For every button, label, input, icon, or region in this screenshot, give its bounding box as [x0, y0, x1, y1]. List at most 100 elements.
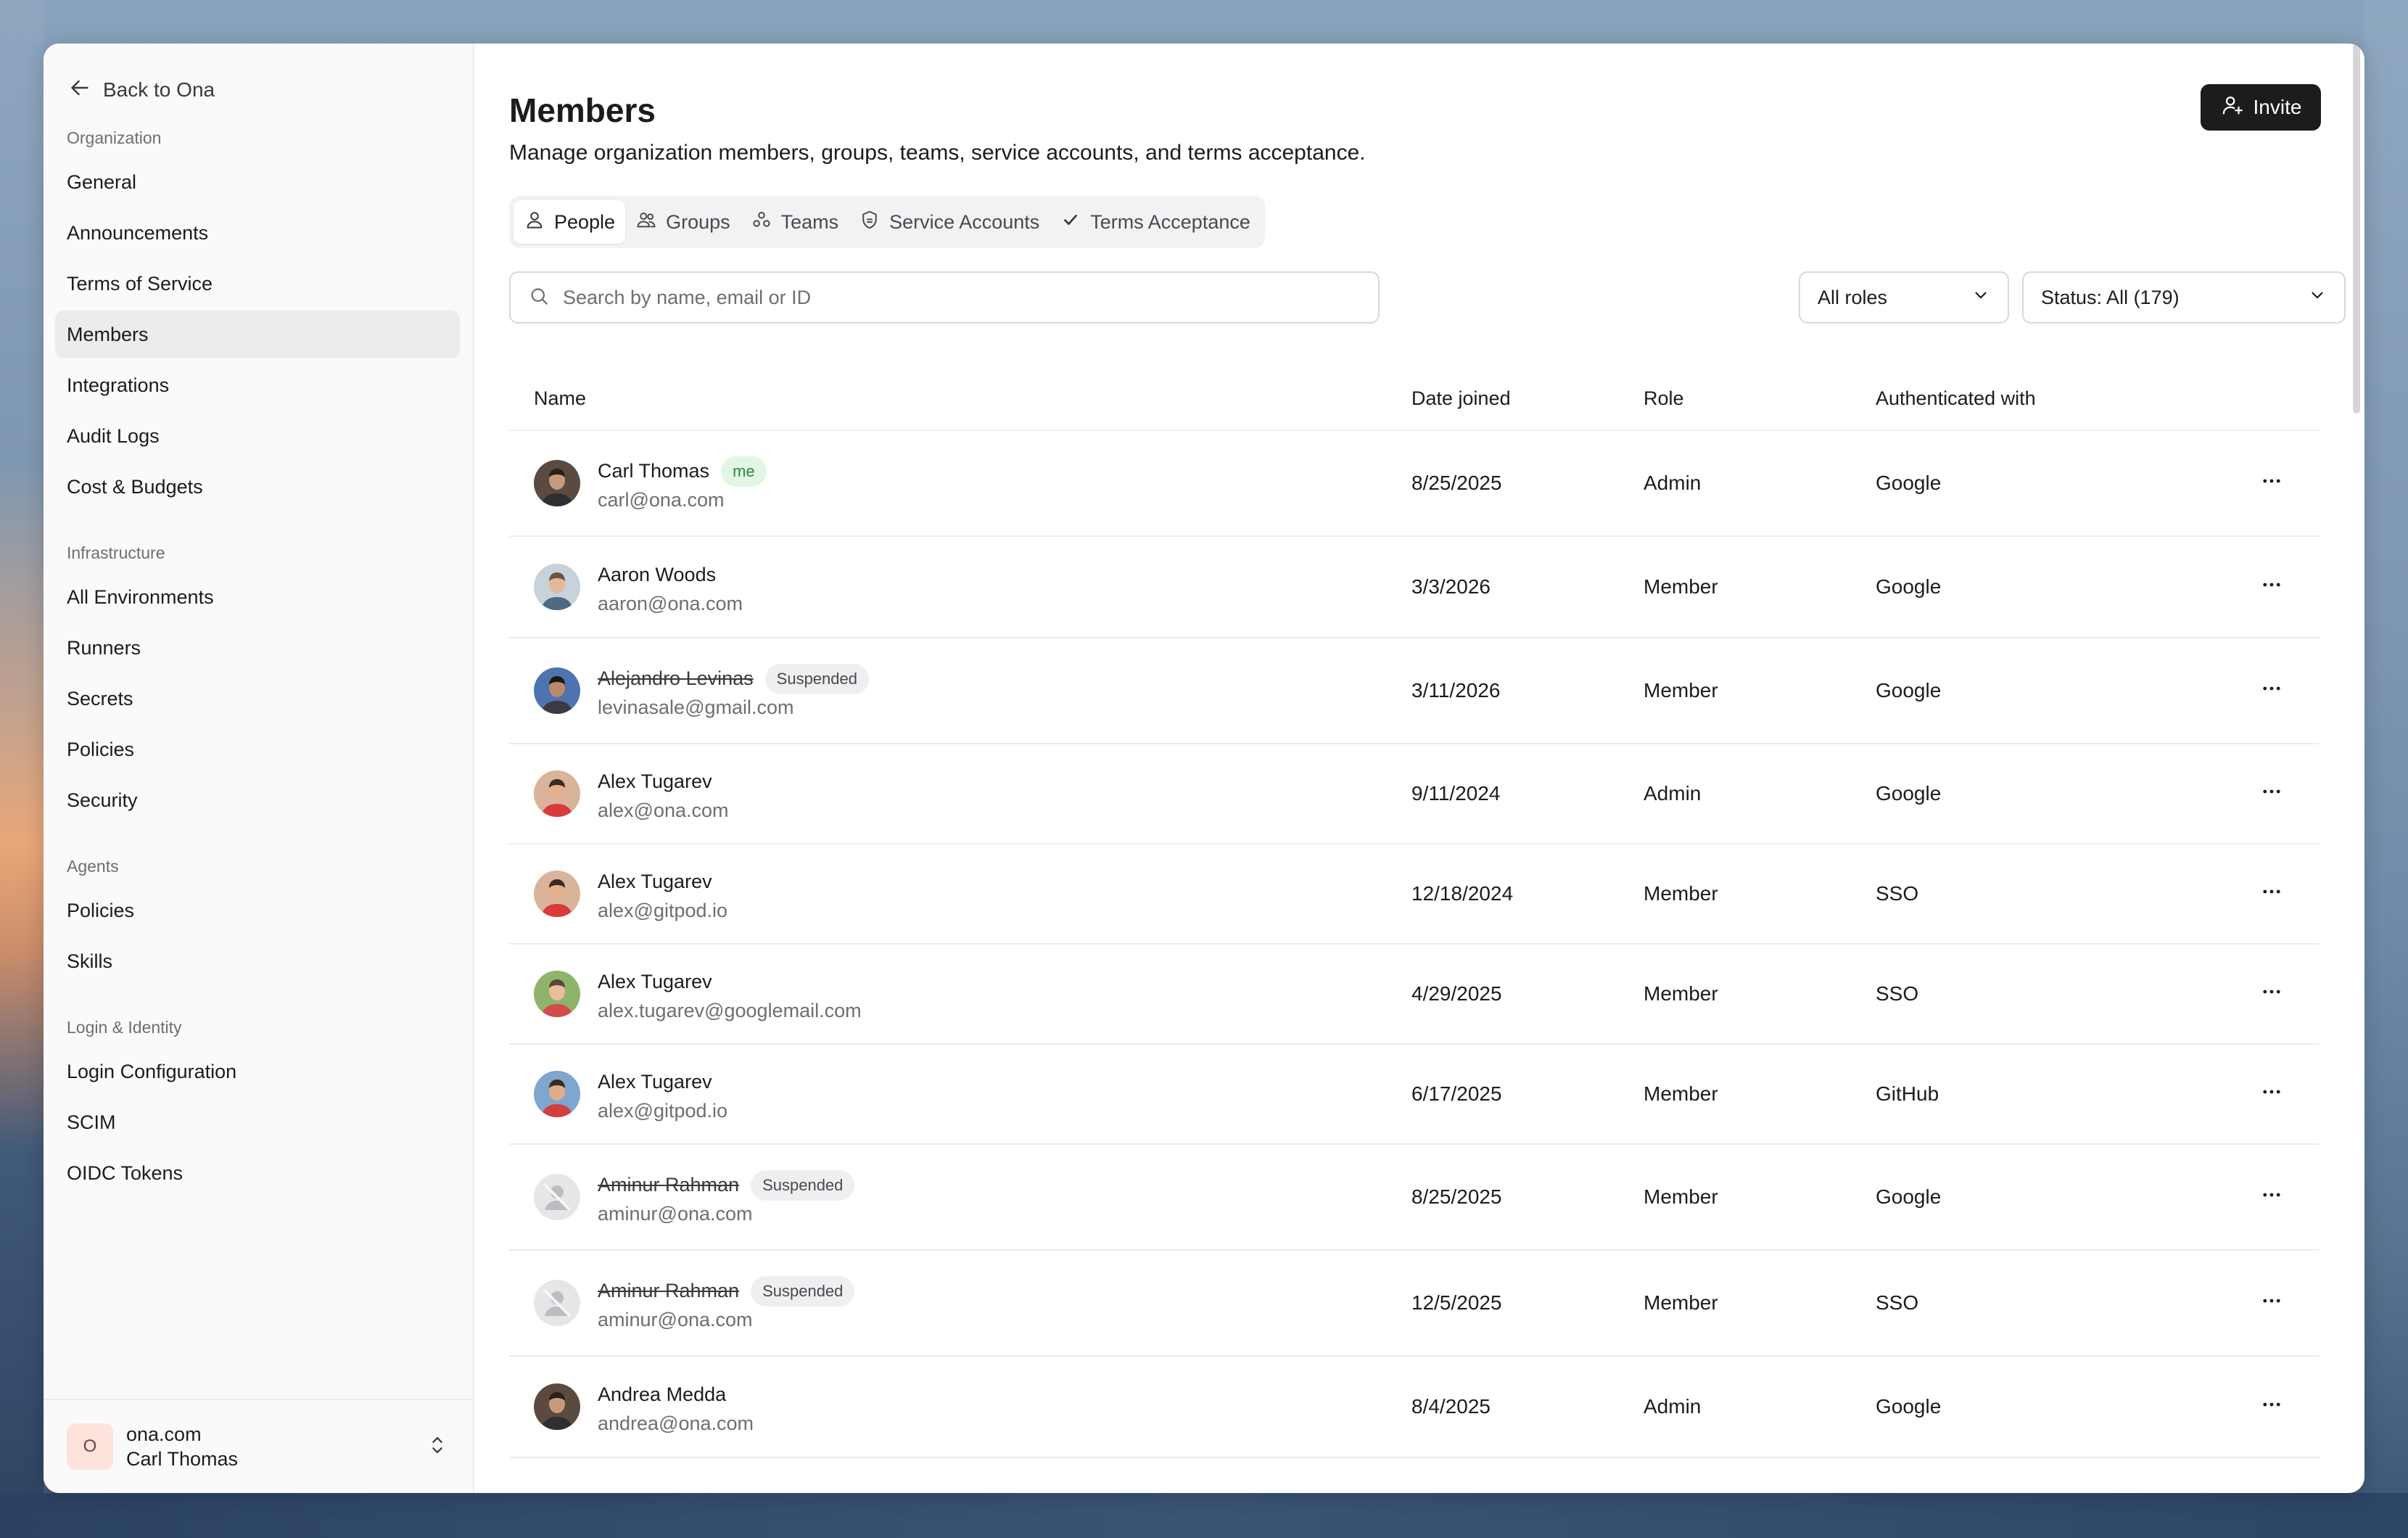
roles-select-value: All roles [1818, 286, 1888, 308]
more-actions-button[interactable] [2254, 1180, 2289, 1214]
member-name: Alex Tugarev [598, 871, 712, 892]
table-row[interactable]: Alex Tugarev alex.tugarev@googlemail.com 4… [509, 945, 2320, 1045]
sidebar-item-announcements[interactable]: Announcements [55, 209, 460, 257]
auth-provider-cell: Google [1876, 472, 1942, 494]
row-actions-cell [2224, 976, 2320, 1011]
table-row[interactable]: Andrea Medda andrea@ona.com 8/4/2025 Admin G… [509, 1357, 2320, 1458]
role-cell: Member [1644, 1082, 1718, 1105]
tab-terms-acceptance[interactable]: Terms Acceptance [1050, 200, 1261, 244]
more-horizontal-icon [2259, 1392, 2284, 1422]
role-cell: Member [1644, 982, 1718, 1005]
sidebar-item-scim[interactable]: SCIM [55, 1098, 460, 1146]
table-row[interactable]: Aaron Woods aaron@ona.com 3/3/2026 Member Go… [509, 537, 2320, 638]
more-actions-button[interactable] [2254, 1286, 2289, 1320]
avatar [534, 770, 580, 817]
more-actions-button[interactable] [2254, 569, 2289, 604]
search-input[interactable] [563, 286, 1361, 309]
auth-provider-cell: SSO [1876, 1291, 1919, 1314]
column-header-role[interactable]: Role [1644, 387, 1876, 410]
tab-teams[interactable]: Teams [741, 200, 849, 244]
table-row[interactable]: Carl Thomas me carl@ona.com 8/25/2025 Admin G… [509, 431, 2320, 537]
sidebar-item-policies[interactable]: Policies [55, 887, 460, 934]
sidebar-item-skills[interactable]: Skills [55, 937, 460, 985]
sidebar-item-cost-budgets[interactable]: Cost & Budgets [55, 463, 460, 511]
tab-label: Groups [666, 210, 730, 233]
more-horizontal-icon [2259, 1080, 2284, 1109]
sidebar-item-secrets[interactable]: Secrets [55, 675, 460, 723]
table-row[interactable]: Alex Tugarev alex@ona.com 9/11/2024 Admin Go… [509, 744, 2320, 844]
table-body: Carl Thomas me carl@ona.com 8/25/2025 Admin G… [509, 431, 2320, 1458]
sidebar-item-login-configuration[interactable]: Login Configuration [55, 1048, 460, 1095]
member-email: aaron@ona.com [598, 592, 743, 614]
name-cell: Alex Tugarev alex@ona.com [509, 766, 1411, 822]
org-user-name: Carl Thomas [126, 1448, 239, 1470]
member-name-line: Alex Tugarev [598, 966, 862, 998]
date-joined-cell: 9/11/2024 [1411, 782, 1501, 805]
name-cell: Alex Tugarev alex.tugarev@googlemail.com [509, 966, 1411, 1022]
auth-provider-cell: SSO [1876, 882, 1919, 905]
sidebar: Back to Ona Organization General Announcem… [44, 44, 474, 1493]
more-actions-button[interactable] [2254, 673, 2289, 708]
me-badge: me [721, 456, 767, 487]
column-header-date-joined[interactable]: Date joined [1411, 387, 1644, 410]
avatar [534, 564, 580, 610]
tab-label: Teams [780, 210, 839, 233]
more-actions-button[interactable] [2254, 776, 2289, 811]
sidebar-item-terms-of-service[interactable]: Terms of Service [55, 260, 460, 308]
sidebar-item-security[interactable]: Security [55, 776, 460, 824]
avatar-placeholder-icon [534, 1280, 580, 1326]
auth-provider-cell: Google [1876, 679, 1942, 702]
sidebar-item-all-environments[interactable]: All Environments [55, 573, 460, 621]
search-box[interactable] [509, 271, 1380, 324]
tab-groups[interactable]: Groups [625, 200, 741, 244]
sidebar-item-policies[interactable]: Policies [55, 725, 460, 773]
member-name: Andrea Medda [598, 1383, 727, 1405]
invite-button[interactable]: Invite [2201, 84, 2321, 131]
nav-group: Login & Identity Login Configuration SCIM O… [55, 1014, 460, 1197]
table-row[interactable]: Alex Tugarev alex@gitpod.io 6/17/2025 Membe… [509, 1045, 2320, 1145]
table-row[interactable]: Alex Tugarev alex@gitpod.io 12/18/2024 Memb… [509, 844, 2320, 945]
table-row[interactable]: Alejandro Levinas Suspended levinasale@gma… [509, 638, 2320, 744]
row-actions-cell [2224, 1180, 2320, 1214]
name-cell: Alex Tugarev alex@gitpod.io [509, 1066, 1411, 1122]
member-name: Alex Tugarev [598, 1071, 712, 1093]
member-name-line: Alex Tugarev [598, 766, 729, 798]
role-cell: Admin [1644, 472, 1702, 494]
more-actions-button[interactable] [2254, 876, 2289, 911]
filter-row: All roles Status: All (179) [509, 271, 2346, 324]
status-select[interactable]: Status: All (179) [2022, 271, 2346, 324]
scrollbar[interactable] [2353, 44, 2360, 414]
row-actions-cell [2224, 569, 2320, 604]
roles-select[interactable]: All roles [1799, 271, 2009, 324]
name-cell: Aminur Rahman Suspended aminur@ona.com [509, 1275, 1411, 1331]
more-actions-button[interactable] [2254, 976, 2289, 1011]
more-actions-button[interactable] [2254, 466, 2289, 501]
tab-service-accounts[interactable]: Service Accounts [849, 200, 1050, 244]
chevron-up-down-icon [425, 1433, 450, 1461]
chevron-down-icon [2308, 286, 2327, 310]
search-icon [528, 285, 550, 311]
column-header-authenticated-with[interactable]: Authenticated with [1876, 387, 2224, 410]
sidebar-item-oidc-tokens[interactable]: OIDC Tokens [55, 1149, 460, 1197]
member-email: alex@gitpod.io [598, 899, 728, 921]
member-name-line: Aaron Woods [598, 559, 743, 591]
sidebar-item-runners[interactable]: Runners [55, 624, 460, 672]
sidebar-item-integrations[interactable]: Integrations [55, 361, 460, 409]
member-name: Aaron Woods [598, 564, 717, 585]
sidebar-item-audit-logs[interactable]: Audit Logs [55, 412, 460, 460]
table-row[interactable]: Aminur Rahman Suspended aminur@ona.com 8/25… [509, 1145, 2320, 1251]
sidebar-item-general[interactable]: General [55, 158, 460, 206]
users-icon [635, 209, 657, 236]
tab-label: People [554, 210, 616, 233]
org-switcher[interactable]: O ona.com Carl Thomas [44, 1399, 473, 1493]
tab-people[interactable]: People [514, 200, 626, 244]
table-row[interactable]: Aminur Rahman Suspended aminur@ona.com 12/5… [509, 1251, 2320, 1357]
more-actions-button[interactable] [2254, 1077, 2289, 1111]
auth-provider-cell: Google [1876, 782, 1942, 805]
more-actions-button[interactable] [2254, 1389, 2289, 1424]
back-link[interactable]: Back to Ona [55, 75, 460, 104]
avatar [534, 1383, 580, 1430]
column-header-name[interactable]: Name [509, 387, 1411, 410]
member-identity: Aminur Rahman Suspended aminur@ona.com [598, 1169, 855, 1225]
sidebar-item-members[interactable]: Members [55, 311, 460, 358]
